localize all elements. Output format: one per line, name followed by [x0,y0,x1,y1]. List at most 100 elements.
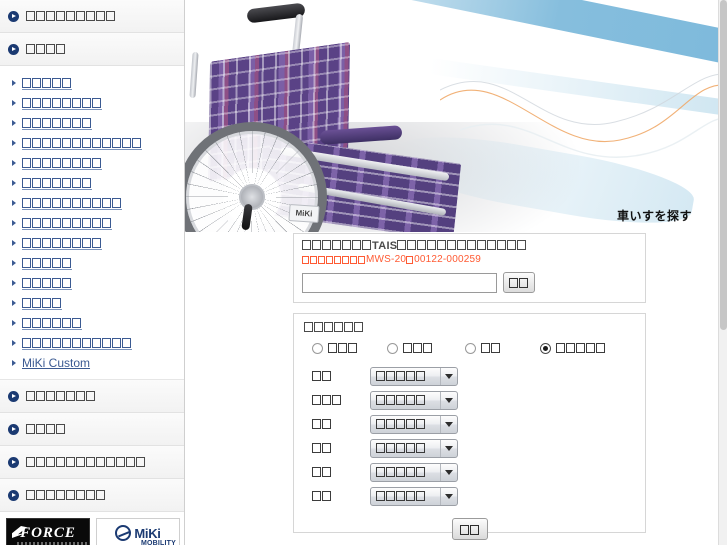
filter-radio-option[interactable] [312,339,358,357]
sidebar-link-label [22,276,72,290]
filter-radio-label [328,339,358,357]
sidebar-link[interactable] [12,293,184,313]
tais-search-button-label [509,275,529,290]
filter-submit-label [459,522,480,537]
sidebar-link[interactable] [12,153,184,173]
filter-radio-label [481,339,501,357]
miki-logo-subtext: MOBILITY [140,540,176,545]
force-logo[interactable]: FORCE [6,518,90,545]
triangle-bullet-icon [12,260,16,266]
hero-caption: 車いすを探す [616,209,692,223]
tais-example-pre [302,254,366,266]
sidebar-footer-header-label [26,453,146,471]
triangle-bullet-icon [12,220,16,226]
tais-description-line: TAIS [302,240,637,254]
sidebar-link-label [22,176,92,190]
sidebar-footer-header[interactable] [0,446,184,479]
chevron-down-icon [440,367,457,385]
filter-radio-group [312,340,635,356]
sidebar-logo-area: FORCE MiKi MOBILITY [0,512,184,545]
filter-select[interactable] [370,438,458,458]
sidebar-link[interactable] [12,313,184,333]
triangle-bullet-icon [12,240,16,246]
filter-radio-option[interactable] [387,339,433,357]
sidebar-footer-header-label [26,387,96,405]
filter-select-row [312,460,635,484]
sidebar-link[interactable] [12,253,184,273]
sidebar-link[interactable] [12,273,184,293]
filter-select-row [312,364,635,388]
filter-submit-wrap [304,518,635,540]
sidebar-link-label: MiKi Custom [22,355,91,370]
tais-search-input[interactable] [302,272,497,293]
filter-select-label [312,391,370,409]
page-scrollbar[interactable] [718,0,727,545]
filter-select-label [312,415,370,433]
sidebar-link-label [22,296,62,310]
filter-panel [293,313,646,540]
miki-mobility-logo[interactable]: MiKi MOBILITY [96,518,180,545]
sidebar-link-label [22,156,102,170]
triangle-bullet-icon [12,120,16,126]
sidebar-link[interactable] [12,333,184,353]
play-circle-icon [8,390,19,402]
tais-search-button[interactable] [503,272,535,293]
force-logo-text: FORCE [20,524,76,541]
triangle-bullet-icon [12,360,16,366]
filter-panel-title [304,322,635,334]
sidebar-link[interactable] [12,113,184,133]
sidebar-link[interactable] [12,193,184,213]
page-root: MiKi Custom FORCE MiKi MOBILITY MiKi 車いす… [0,0,727,545]
sidebar-link[interactable] [12,93,184,113]
radio-dot-icon [465,342,476,354]
scrollbar-thumb[interactable] [720,0,727,330]
wheelchair-image: MiKi [185,0,545,232]
sidebar-footer-header[interactable] [0,380,184,413]
sidebar-footer-header-label [26,420,66,438]
filter-submit-button[interactable] [451,518,488,540]
triangle-bullet-icon [12,280,16,286]
sidebar-link[interactable] [12,133,184,153]
sidebar-link[interactable] [12,173,184,193]
tais-input-row [302,272,637,293]
sidebar-section-header-1[interactable] [0,0,184,33]
tais-example-code-gap [406,254,414,266]
filter-select-row [312,388,635,412]
sidebar-link-label [22,236,102,250]
tais-desc-pre [302,240,372,252]
radio-dot-icon [540,342,551,354]
sidebar-footer-header[interactable] [0,479,184,512]
sidebar-section-header-2[interactable] [0,33,184,66]
sidebar-link[interactable] [12,213,184,233]
sidebar-link[interactable]: MiKi Custom [12,353,184,373]
tais-label: TAIS [372,240,398,252]
sidebar-footer-header[interactable] [0,413,184,446]
filter-select[interactable] [370,366,458,386]
sidebar-link[interactable] [12,233,184,253]
filter-select[interactable] [370,486,458,506]
triangle-bullet-icon [12,100,16,106]
tais-example-line: MWS-20 00122-000259 [302,254,637,269]
radio-dot-icon [387,342,398,354]
filter-select-label [312,439,370,457]
sidebar-section-header-1-label [26,7,116,25]
sidebar-link-label [22,336,132,350]
filter-select[interactable] [370,390,458,410]
filter-select-row [312,412,635,436]
chevron-down-icon [440,487,457,505]
filter-radio-option[interactable] [540,339,606,357]
filter-select[interactable] [370,414,458,434]
wheelchair-back-post-left [189,51,199,99]
triangle-bullet-icon [12,300,16,306]
sidebar-link-label [22,216,112,230]
filter-select[interactable] [370,462,458,482]
filter-select-value [376,391,426,409]
sidebar: MiKi Custom FORCE MiKi MOBILITY [0,0,185,545]
play-circle-icon [8,456,19,468]
filter-radio-option[interactable] [465,339,501,357]
sidebar-section-header-2-label [26,40,66,58]
sidebar-link[interactable] [12,73,184,93]
filter-select-label [312,463,370,481]
triangle-bullet-icon [12,320,16,326]
filter-select-label [312,367,370,385]
